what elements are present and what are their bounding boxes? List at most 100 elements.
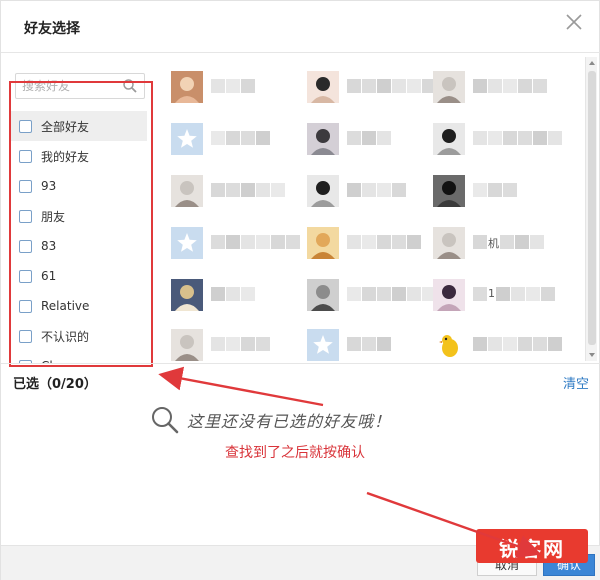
group-item[interactable]: 全部好友 <box>11 111 147 141</box>
friend-avatar <box>171 71 203 103</box>
clear-link[interactable]: 清空 <box>563 373 589 392</box>
group-checkbox[interactable] <box>19 149 32 163</box>
group-item[interactable]: 我的好友 <box>11 141 147 171</box>
friend-item[interactable]: 1 <box>425 275 555 313</box>
friend-item[interactable] <box>299 119 419 157</box>
friend-avatar <box>307 279 339 311</box>
friend-name-blurred <box>211 131 271 145</box>
search-input[interactable] <box>22 77 118 95</box>
friend-item[interactable] <box>299 171 419 209</box>
friend-avatar <box>433 71 465 103</box>
group-item[interactable]: 不认识的 <box>11 321 147 351</box>
empty-message-text: 这里还没有已选的好友哦！ <box>187 412 392 431</box>
scroll-up-icon[interactable] <box>588 59 596 67</box>
dialog-title: 好友选择 <box>24 21 80 37</box>
selected-bar: 已选（0/20） 清空 <box>1 363 600 395</box>
friend-avatar <box>307 329 339 361</box>
watermark-logo: 锐客网 <box>476 529 588 563</box>
friend-name-blurred <box>347 183 407 197</box>
friend-name-blurred <box>473 79 548 93</box>
group-checkbox[interactable] <box>19 329 32 343</box>
friend-name-blurred <box>347 235 422 249</box>
watermark-text: 锐客网 <box>499 537 565 561</box>
friend-item[interactable]: 机 <box>425 223 545 261</box>
friend-avatar <box>307 123 339 155</box>
empty-message: 这里还没有已选的好友哦！ <box>149 403 391 437</box>
scroll-down-icon[interactable] <box>588 351 596 359</box>
friend-avatar <box>433 175 465 207</box>
friend-item[interactable] <box>299 275 436 313</box>
friend-name-blurred <box>211 183 286 197</box>
group-list: 全部好友我的好友 93 朋友 83 61 Relative 不认识的 Cl <box>11 111 147 363</box>
friend-name-fragment: 1 <box>488 287 495 300</box>
friend-avatar <box>307 71 339 103</box>
search-box[interactable] <box>15 73 145 99</box>
friend-name-fragment: 机 <box>488 237 499 250</box>
dialog-header: 好友选择 <box>1 1 600 53</box>
group-item[interactable]: 93 <box>11 171 147 201</box>
scroll-thumb[interactable] <box>588 71 596 345</box>
friend-item[interactable] <box>163 223 300 261</box>
group-item[interactable]: Relative <box>11 291 147 321</box>
friend-name-blurred: 机 <box>473 235 545 250</box>
friend-name-blurred <box>211 79 256 93</box>
close-icon[interactable] <box>563 11 585 33</box>
group-item[interactable]: Cl <box>11 351 147 363</box>
friend-avatar <box>433 279 465 311</box>
group-label: Relative <box>41 299 90 313</box>
friend-avatar <box>433 123 465 155</box>
friend-item[interactable] <box>425 67 548 105</box>
friend-item[interactable] <box>299 67 436 105</box>
friend-avatar <box>171 329 203 361</box>
friend-item[interactable] <box>163 119 283 157</box>
friend-avatar <box>171 279 203 311</box>
friend-name-blurred <box>211 235 301 249</box>
friend-avatar <box>171 227 203 259</box>
friend-item[interactable] <box>163 171 286 209</box>
selected-count: 已选（0/20） <box>13 377 97 392</box>
group-item[interactable]: 朋友 <box>11 201 147 231</box>
group-label: 朋友 <box>41 209 66 224</box>
friend-item[interactable] <box>163 275 283 313</box>
friend-item[interactable] <box>425 119 562 157</box>
friend-name-blurred <box>473 337 563 351</box>
group-checkbox[interactable] <box>19 179 32 193</box>
group-checkbox[interactable] <box>19 269 32 283</box>
friend-name-blurred <box>473 183 518 197</box>
friend-avatar <box>433 227 465 259</box>
friend-grid: 机1 <box>163 67 583 363</box>
group-label: 全部好友 <box>41 119 90 134</box>
group-item[interactable]: 61 <box>11 261 147 291</box>
group-label: 我的好友 <box>41 149 90 164</box>
friend-avatar <box>307 175 339 207</box>
friend-avatar <box>433 329 465 361</box>
friend-item[interactable] <box>163 67 283 105</box>
annotation-text: 查找到了之后就按确认 <box>225 445 365 461</box>
friend-name-blurred <box>211 287 256 301</box>
group-checkbox[interactable] <box>19 299 32 313</box>
friend-name-blurred <box>347 287 437 301</box>
friend-select-dialog: 好友选择 全部好友我的好友93朋友8361Relative不认识的Cl 机1 已… <box>0 0 600 580</box>
scrollbar[interactable] <box>585 57 597 361</box>
friend-avatar <box>171 123 203 155</box>
group-panel: 全部好友我的好友 93 朋友 83 61 Relative 不认识的 Cl <box>11 65 147 363</box>
friend-item[interactable] <box>425 325 562 363</box>
group-label: 不认识的 <box>41 329 90 344</box>
search-icon[interactable] <box>122 78 138 94</box>
friend-item[interactable] <box>299 325 419 363</box>
friend-avatar <box>307 227 339 259</box>
friend-name-blurred <box>473 131 563 145</box>
group-label: 61 <box>41 269 57 283</box>
group-checkbox[interactable] <box>19 119 32 133</box>
friend-avatar <box>171 175 203 207</box>
friend-name-blurred <box>211 337 271 351</box>
friend-item[interactable] <box>299 223 422 261</box>
friend-name-blurred <box>347 79 437 93</box>
group-item[interactable]: 83 <box>11 231 147 261</box>
group-label: 83 <box>41 239 57 253</box>
friend-item[interactable] <box>163 325 283 363</box>
friend-name-blurred <box>347 131 392 145</box>
group-checkbox[interactable] <box>19 239 32 253</box>
friend-item[interactable] <box>425 171 545 209</box>
group-checkbox[interactable] <box>19 209 32 223</box>
